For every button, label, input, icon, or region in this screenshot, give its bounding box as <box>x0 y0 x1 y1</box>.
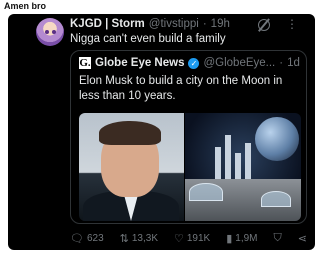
quoted-text: Elon Musk to build a city on the Moon in… <box>79 75 283 102</box>
portrait-image[interactable] <box>79 113 184 221</box>
quoted-display-name[interactable]: Globe Eye News <box>95 57 184 69</box>
reply-count: 623 <box>86 233 104 244</box>
verified-icon: ✓ <box>188 57 200 69</box>
timestamp[interactable]: 19h <box>211 18 230 30</box>
quoted-timestamp[interactable]: 1d <box>287 57 300 69</box>
avatar-eye <box>45 30 49 34</box>
image-tower <box>225 135 231 181</box>
avatar[interactable] <box>36 18 64 46</box>
moon-city-image[interactable] <box>185 113 301 221</box>
tweet-card[interactable]: KJGD | Storm @tivstippi · 19h ⋮ Nigga ca… <box>8 14 315 250</box>
repost-button[interactable]: ⇅ 13,3K <box>120 232 158 245</box>
views-icon: ▮ <box>226 233 233 245</box>
image-tower <box>215 147 221 181</box>
like-icon: ♡ <box>173 233 184 245</box>
more-icon[interactable]: ⋮ <box>286 17 299 31</box>
quoted-avatar[interactable]: G. <box>79 57 91 69</box>
quoted-tweet[interactable]: G. Globe Eye News ✓ @GlobeEye... · 1d El… <box>70 50 307 224</box>
separator-dot: · <box>279 57 284 69</box>
bookmark-icon: ⛉ <box>273 232 282 244</box>
repost-count: 13,3K <box>131 233 158 244</box>
display-name[interactable]: KJGD | Storm <box>70 18 145 30</box>
view-count: 1,9M <box>235 233 258 244</box>
views-button[interactable]: ▮ 1,9M <box>226 232 257 245</box>
reply-button[interactable]: 🗨 623 <box>70 232 104 245</box>
avatar-eye <box>52 30 56 34</box>
bookmark-button[interactable]: ⛉ <box>273 232 281 245</box>
caption: Amen bro <box>4 1 47 11</box>
action-bar: 🗨 623 ⇅ 13,3K ♡ 191K ▮ 1,9M ⛉ ⋖ <box>70 232 307 245</box>
share-button[interactable]: ⋖ <box>298 232 307 245</box>
share-icon: ⋖ <box>297 233 307 245</box>
tweet-header: KJGD | Storm @tivstippi · 19h <box>70 18 230 30</box>
like-count: 191K <box>186 233 211 244</box>
quoted-header: G. Globe Eye News ✓ @GlobeEye... · 1d <box>79 57 300 69</box>
image-hair <box>99 121 161 145</box>
like-button[interactable]: ♡ 191K <box>174 232 210 245</box>
image-dome <box>189 183 223 201</box>
repost-icon: ⇅ <box>119 233 129 245</box>
quoted-handle[interactable]: @GlobeEye... <box>203 57 275 69</box>
handle[interactable]: @tivstippi <box>149 18 199 30</box>
tweet-text: Nigga can't even build a family <box>70 33 226 45</box>
image-tower <box>245 143 251 181</box>
image-dome <box>261 191 291 207</box>
grok-icon[interactable] <box>258 19 270 31</box>
image-planet <box>255 117 299 161</box>
reply-icon: 🗨 <box>70 233 84 245</box>
image-tower <box>235 153 241 181</box>
separator-dot: · <box>202 18 207 30</box>
